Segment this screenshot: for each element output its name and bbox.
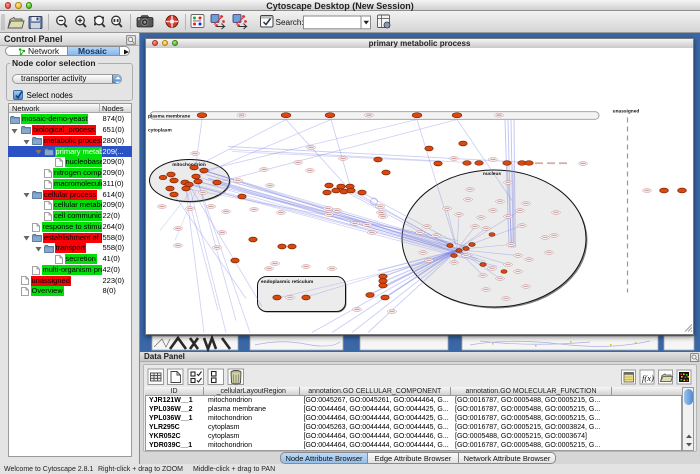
svg-text:cytoplasm: cytoplasm: [148, 127, 172, 133]
svg-text:endoplasmic reticulum: endoplasmic reticulum: [261, 279, 313, 285]
svg-text:Search:: Search:: [276, 18, 304, 27]
svg-text:f(x): f(x): [642, 373, 654, 383]
svg-text:mitochondrion: mitochondrion: [172, 162, 206, 168]
svg-text:unassigned: unassigned: [613, 108, 640, 114]
svg-text:nucleus: nucleus: [483, 171, 501, 177]
svg-text:plasma membrane: plasma membrane: [148, 113, 190, 119]
